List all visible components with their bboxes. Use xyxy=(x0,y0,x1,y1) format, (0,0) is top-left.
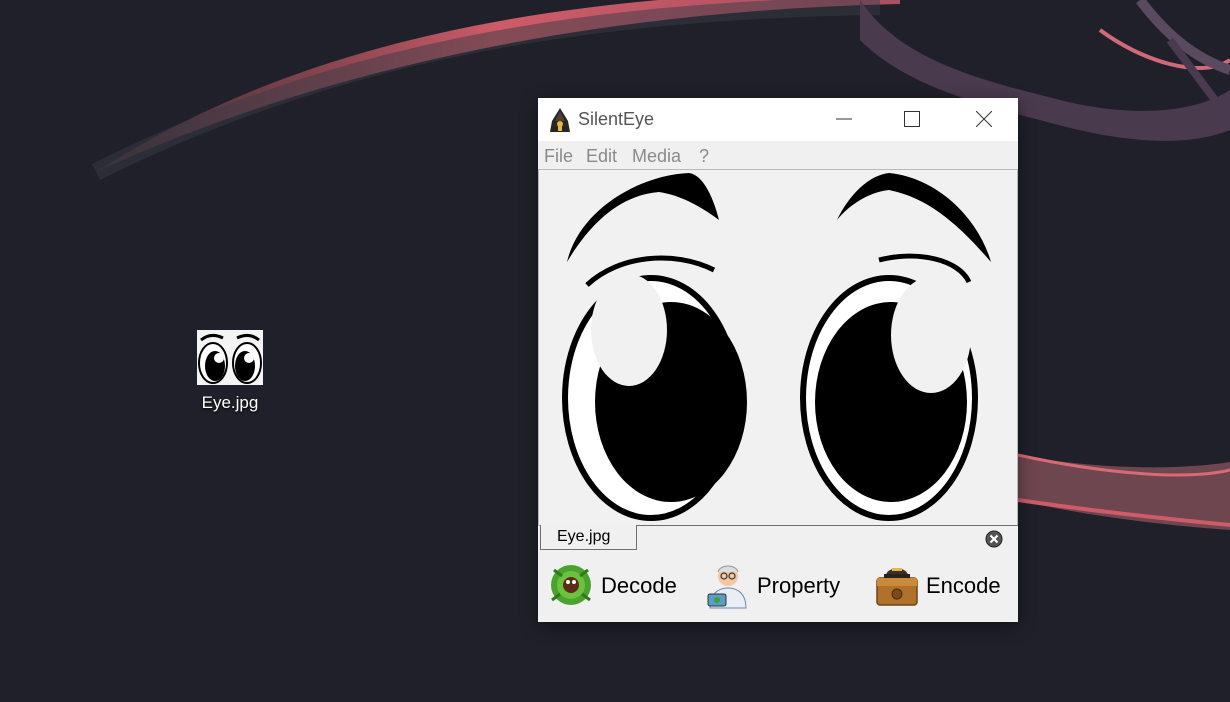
maximize-button[interactable] xyxy=(882,98,942,141)
tab-divider xyxy=(634,525,1018,526)
file-tab-label: Eye.jpg xyxy=(557,528,611,545)
eyes-image xyxy=(539,170,1017,525)
silenteye-window: SilentEye File Edit Media ? Eye.jpg Deco… xyxy=(538,98,1018,622)
maximize-icon xyxy=(904,111,920,127)
desktop-file-icon[interactable]: Eye.jpg xyxy=(190,330,270,413)
minimize-icon xyxy=(836,118,852,120)
property-button[interactable]: Property xyxy=(704,560,854,610)
encode-button[interactable]: Encode xyxy=(874,560,1014,610)
minimize-button[interactable] xyxy=(814,98,874,141)
encode-safe-icon xyxy=(876,568,918,606)
image-preview[interactable] xyxy=(538,169,1018,526)
decode-bug-icon xyxy=(551,565,591,605)
menu-edit[interactable]: Edit xyxy=(586,146,617,167)
eyes-thumbnail-icon xyxy=(197,330,263,385)
close-button[interactable] xyxy=(954,98,1014,141)
property-doctor-icon xyxy=(707,565,747,609)
menu-help[interactable]: ? xyxy=(699,146,709,167)
menu-file[interactable]: File xyxy=(544,146,573,167)
menu-bar: File Edit Media ? xyxy=(538,141,1018,169)
property-label: Property xyxy=(757,573,841,598)
window-title: SilentEye xyxy=(578,109,655,129)
title-bar[interactable]: SilentEye xyxy=(538,98,1018,141)
close-circle-icon[interactable] xyxy=(985,530,1003,548)
file-tab[interactable]: Eye.jpg xyxy=(540,525,637,550)
desktop-file-label: Eye.jpg xyxy=(201,393,259,412)
encode-label: Encode xyxy=(926,573,1001,598)
menu-media[interactable]: Media xyxy=(632,146,681,167)
file-tab-bar: Eye.jpg xyxy=(538,525,1018,551)
close-icon xyxy=(976,111,992,127)
hooded-figure-icon xyxy=(550,108,570,132)
decode-button[interactable]: Decode xyxy=(548,560,688,610)
decode-label: Decode xyxy=(601,573,677,598)
